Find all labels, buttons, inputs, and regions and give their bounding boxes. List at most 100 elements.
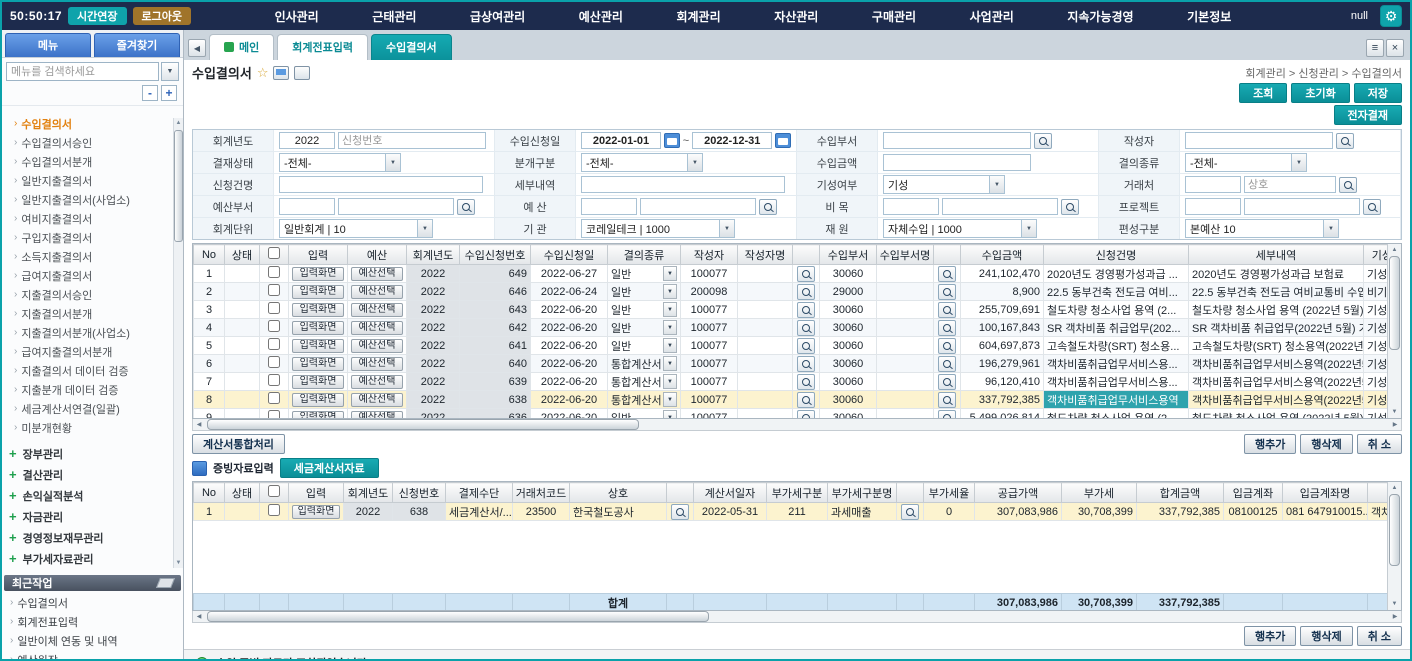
search-button[interactable]	[797, 410, 815, 419]
cell-writername[interactable]	[738, 337, 793, 355]
menu-group-item[interactable]: +부가세자료관리	[9, 548, 181, 569]
cell-type[interactable]: 통합계산서▼	[608, 373, 681, 391]
writer-search-button[interactable]	[1336, 133, 1354, 149]
menu-tree-item[interactable]: ›지출결의서분개(사업소)	[14, 323, 181, 342]
cell-status[interactable]	[225, 503, 260, 521]
calendar-icon[interactable]	[664, 133, 680, 148]
cell-s2[interactable]	[934, 355, 961, 373]
cell-status[interactable]	[225, 391, 260, 409]
cell-writer[interactable]: 200098	[681, 283, 738, 301]
table-row[interactable]: 3입력화면예산선택20226432022-06-20일반▼10007730060…	[194, 301, 1388, 319]
cell-reqno[interactable]: 646	[460, 283, 531, 301]
cell-s1[interactable]	[793, 283, 820, 301]
cell-budget[interactable]: 예산선택	[348, 391, 407, 409]
search-button[interactable]	[797, 284, 815, 300]
cell-writername[interactable]	[738, 319, 793, 337]
cell-chk[interactable]	[260, 319, 289, 337]
col-vendorcode[interactable]: 거래처코드	[513, 483, 570, 503]
cell-deptname[interactable]	[877, 337, 934, 355]
scrollbar-thumb[interactable]	[207, 611, 709, 622]
top-menu-item[interactable]: 사업관리	[970, 8, 1014, 25]
cell-type[interactable]: 통합계산서▼	[608, 355, 681, 373]
cell-s1[interactable]	[793, 265, 820, 283]
recent-work-header[interactable]: 최근작업	[4, 575, 181, 591]
col-vatcode[interactable]: 부가세구분	[767, 483, 828, 503]
cell-amount[interactable]: 96,120,410	[961, 373, 1044, 391]
col-chk[interactable]	[260, 245, 289, 265]
col-taxdate[interactable]: 계산서일자	[694, 483, 767, 503]
cell-reqno[interactable]: 640	[460, 355, 531, 373]
cell-vendorcode[interactable]: 23500	[513, 503, 570, 521]
cell-dept[interactable]: 30060	[820, 391, 877, 409]
cell-writername[interactable]	[738, 391, 793, 409]
cell-detail[interactable]: 객차비품취급업무서비스용역(2022년5월) 기성	[1189, 391, 1364, 409]
cell-year[interactable]: 2022	[407, 283, 460, 301]
col-writername[interactable]: 작성자명	[738, 245, 793, 265]
invoice-merge-button[interactable]: 계산서통합처리	[192, 434, 285, 454]
cell-no[interactable]: 5	[194, 337, 225, 355]
search-button[interactable]	[797, 302, 815, 318]
col-amount[interactable]: 수입금액	[961, 245, 1044, 265]
cell-type[interactable]: 일반▼	[608, 283, 681, 301]
favorite-star-icon[interactable]: ☆	[257, 65, 269, 81]
add-row-button[interactable]: 행추가	[1244, 626, 1296, 646]
menu-group-item[interactable]: +자금관리	[9, 506, 181, 527]
cell-writername[interactable]	[738, 265, 793, 283]
top-menu-item[interactable]: 급상여관리	[470, 8, 525, 25]
resolution-type-select[interactable]: -전체-▼	[1185, 153, 1307, 172]
tab-close-button[interactable]: ×	[1386, 39, 1404, 57]
cell-chk[interactable]	[260, 301, 289, 319]
row-checkbox[interactable]	[268, 338, 280, 350]
row-checkbox[interactable]	[268, 320, 280, 332]
cell-button[interactable]: 입력화면	[292, 339, 344, 353]
cell-reqdate[interactable]: 2022-06-20	[531, 373, 608, 391]
cell-s1[interactable]	[793, 373, 820, 391]
col-reqno[interactable]: 신청번호	[393, 483, 446, 503]
menu-tree-item[interactable]: ›지출결의서승인	[14, 285, 181, 304]
cell-s2[interactable]	[897, 503, 924, 521]
cell-detail[interactable]: SR 객차비품 취급업무(2022년 5월) 기성	[1189, 319, 1364, 337]
cell-s2[interactable]	[934, 283, 961, 301]
case-name-input[interactable]	[279, 176, 483, 193]
income-dept-search-button[interactable]	[1034, 133, 1052, 149]
col-status[interactable]: 상태	[225, 483, 260, 503]
tab-favorites[interactable]: 즐겨찾기	[94, 33, 180, 57]
col-s1[interactable]	[793, 245, 820, 265]
cell-reqno[interactable]: 638	[460, 391, 531, 409]
cell-s1[interactable]	[793, 391, 820, 409]
scrollbar-thumb[interactable]	[174, 130, 183, 242]
col-paytype[interactable]: 결제수단	[446, 483, 513, 503]
cell-button[interactable]: 예산선택	[351, 393, 403, 407]
menu-tree-item[interactable]: ›수입결의서분개	[14, 152, 181, 171]
cell-status[interactable]	[225, 265, 260, 283]
table-row[interactable]: 2입력화면예산선택20226462022-06-24일반▼20009829000…	[194, 283, 1388, 301]
col-note[interactable]: 적요	[1368, 483, 1388, 503]
cell-s1[interactable]	[793, 409, 820, 419]
cell-complete[interactable]: 비기성▼	[1364, 283, 1388, 301]
col-total[interactable]: 합계금액	[1137, 483, 1224, 503]
cell-status[interactable]	[225, 301, 260, 319]
budget-type-select[interactable]: 본예산 10▼	[1185, 219, 1339, 238]
col-s2[interactable]	[934, 245, 961, 265]
search-button[interactable]	[797, 374, 815, 390]
screen-icon[interactable]	[273, 66, 289, 80]
budget-dept-name-input[interactable]	[338, 198, 454, 215]
menu-group-item[interactable]: +손익실적분석	[9, 485, 181, 506]
cell-dept[interactable]: 30060	[820, 301, 877, 319]
cell-writer[interactable]: 100077	[681, 301, 738, 319]
journal-type-select[interactable]: -전체-▼	[581, 153, 703, 172]
cell-detail[interactable]: 철도차량 청소사업 용역 (2022년 5월) 기성	[1189, 409, 1364, 419]
cell-vatcode[interactable]: 211	[767, 503, 828, 521]
cell-button[interactable]: 입력화면	[292, 505, 340, 519]
accounting-unit-select[interactable]: 일반회계 | 10▼	[279, 219, 433, 238]
cell-reqno[interactable]: 643	[460, 301, 531, 319]
scrollbar-thumb[interactable]	[1389, 494, 1400, 566]
cell-detail[interactable]: 고속철도차량(SRT) 청소용역(2022년5월) 기성	[1189, 337, 1364, 355]
col-no[interactable]: No	[194, 483, 225, 503]
project-name-input[interactable]	[1244, 198, 1360, 215]
menu-tree-item[interactable]: ›수입결의서	[14, 114, 181, 133]
cell-s2[interactable]	[934, 301, 961, 319]
menu-tree-item[interactable]: ›세금계산서연결(일괄)	[14, 399, 181, 418]
cell-amount[interactable]: 196,279,961	[961, 355, 1044, 373]
delete-row-button[interactable]: 행삭제	[1300, 626, 1352, 646]
